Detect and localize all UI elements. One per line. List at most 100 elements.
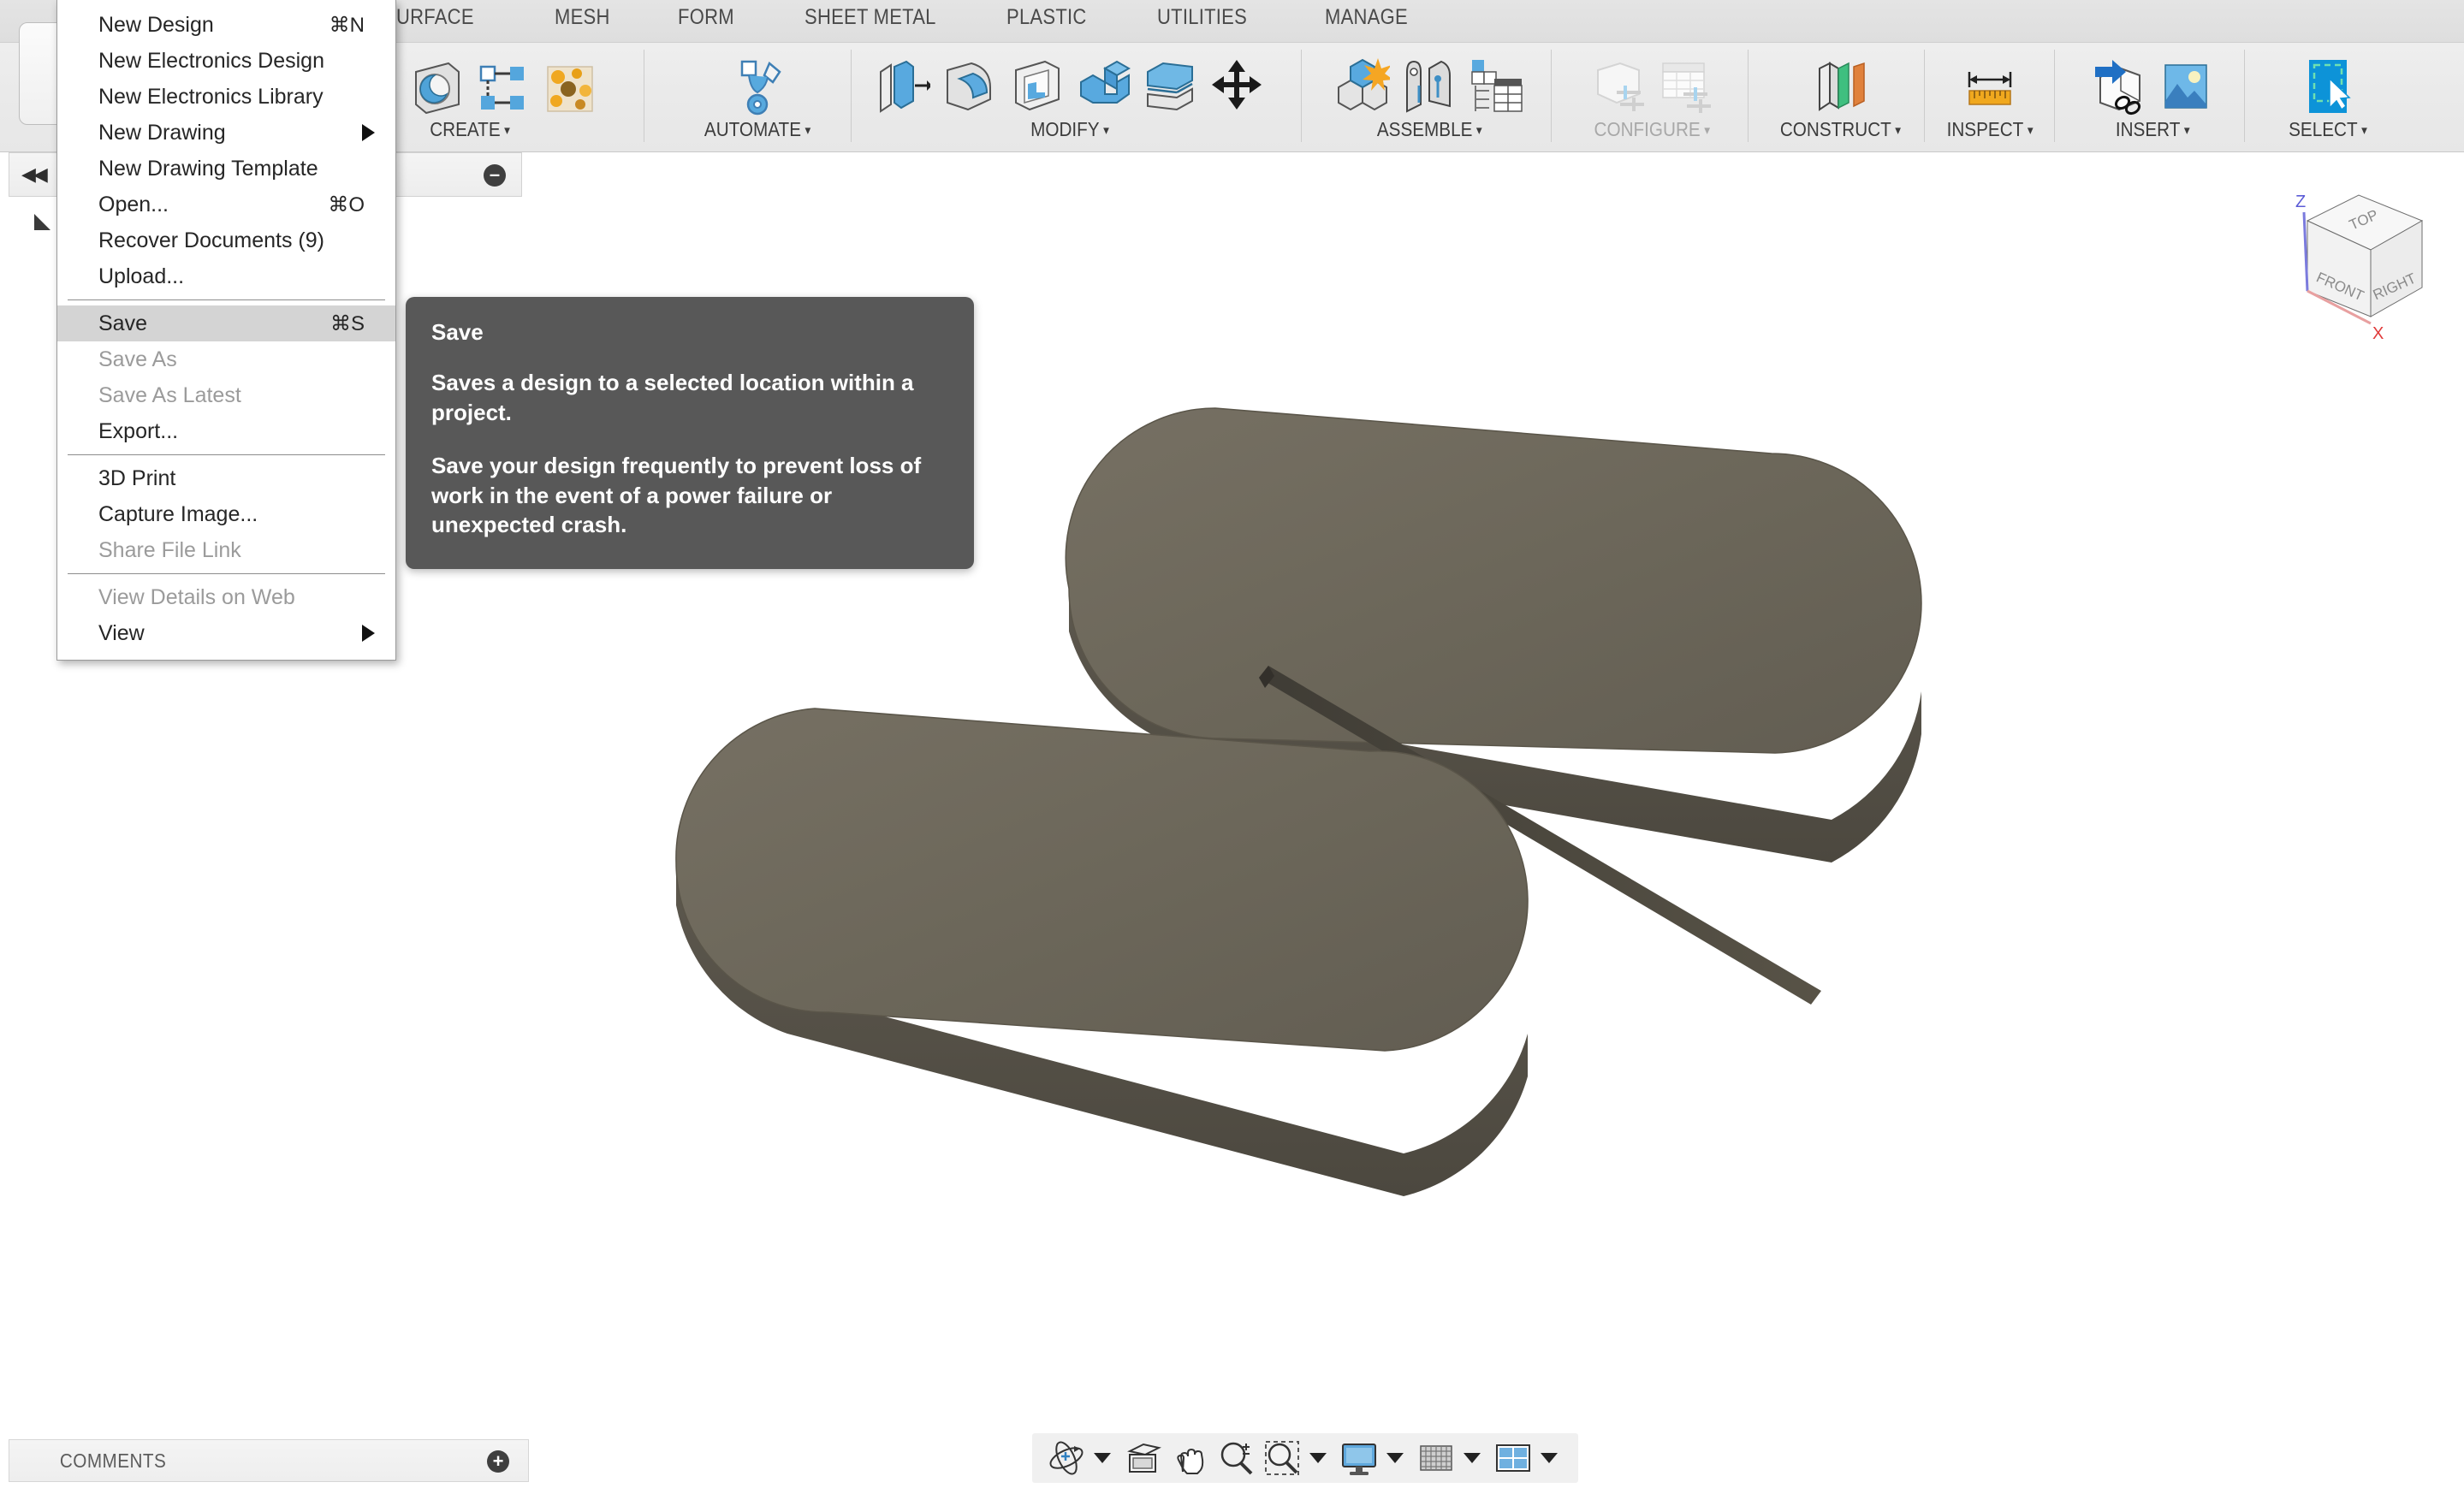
menu-item-label: New Electronics Library	[98, 84, 324, 109]
panel-inspect-text: INSPECT	[1946, 118, 2024, 140]
display-settings-icon[interactable]	[1339, 1438, 1380, 1479]
new-component-icon[interactable]	[1335, 53, 1390, 116]
zoom-window-icon[interactable]	[1262, 1438, 1303, 1479]
volumetric-lattice-icon[interactable]	[543, 53, 597, 116]
menu-item-shortcut: ⌘S	[330, 311, 365, 335]
menu-item-label: Open...	[98, 192, 169, 216]
panel-automate: AUTOMATE ▾	[668, 43, 847, 151]
viewports-icon[interactable]	[1493, 1438, 1534, 1479]
tab-form[interactable]: FORM	[678, 5, 734, 30]
zoom-icon[interactable]	[1215, 1438, 1256, 1479]
offset-face-icon[interactable]	[1143, 53, 1197, 116]
minimize-icon[interactable]: –	[484, 164, 506, 187]
panel-divider	[2054, 50, 2055, 142]
panel-label-select[interactable]: SELECT ▾	[2289, 118, 2367, 141]
tab-plastic[interactable]: PLASTIC	[1006, 5, 1087, 30]
chevron-down-icon: ▾	[2027, 123, 2034, 138]
menu-item-view[interactable]: View	[57, 615, 395, 651]
orbit-icon[interactable]	[1046, 1438, 1087, 1479]
offset-plane-icon[interactable]	[1813, 53, 1867, 116]
comments-label: COMMENTS	[59, 1449, 167, 1472]
menu-item-recover-documents[interactable]: Recover Documents (9)	[57, 222, 395, 258]
shell-icon[interactable]	[1009, 53, 1064, 116]
move-copy-icon[interactable]	[1209, 53, 1264, 116]
menu-item-3d-print[interactable]: 3D Print	[57, 460, 395, 496]
zoom-dropdown-icon[interactable]	[1309, 1453, 1327, 1463]
panel-insert-text: INSERT	[2115, 118, 2181, 140]
submenu-arrow-icon	[362, 124, 375, 141]
panel-label-assemble[interactable]: ASSEMBLE ▾	[1377, 118, 1482, 141]
navigation-bar	[1032, 1433, 1578, 1483]
chevron-down-icon: ▾	[805, 123, 811, 138]
menu-item-export[interactable]: Export...	[57, 413, 395, 449]
tab-manage[interactable]: MANAGE	[1325, 5, 1408, 30]
menu-item-label: New Drawing	[98, 120, 226, 145]
menu-item-label: New Design	[98, 12, 214, 37]
insert-derive-icon[interactable]	[2092, 53, 2146, 116]
panel-select-text: SELECT	[2289, 118, 2358, 140]
viewports-dropdown-icon[interactable]	[1541, 1453, 1558, 1463]
press-pull-icon[interactable]	[876, 53, 930, 116]
panel-construct: CONSTRUCT ▾	[1754, 43, 1926, 151]
panel-automate-text: AUTOMATE	[704, 118, 801, 140]
save-tooltip: Save Saves a design to a selected locati…	[406, 297, 974, 569]
collapse-left-icon[interactable]: ◀◀	[21, 163, 48, 186]
panel-modify-text: MODIFY	[1030, 118, 1100, 140]
pan-icon[interactable]	[1169, 1438, 1210, 1479]
chevron-down-icon: ▾	[1703, 123, 1710, 138]
grid-dropdown-icon[interactable]	[1464, 1453, 1481, 1463]
view-cube[interactable]: TOP FRONT RIGHT Z X	[2259, 171, 2448, 351]
fillet-icon[interactable]	[942, 53, 997, 116]
combine-icon[interactable]	[1076, 53, 1131, 116]
menu-item-new-design[interactable]: New Design ⌘N	[57, 7, 395, 43]
menu-item-new-drawing[interactable]: New Drawing	[57, 115, 395, 151]
menu-item-label: New Electronics Design	[98, 48, 324, 73]
panel-configure: CONFIGURE ▾	[1558, 43, 1746, 151]
joint-icon[interactable]	[1402, 53, 1457, 116]
look-at-icon[interactable]	[1123, 1438, 1164, 1479]
panel-label-automate[interactable]: AUTOMATE ▾	[704, 118, 810, 141]
menu-item-open[interactable]: Open... ⌘O	[57, 187, 395, 222]
menu-item-label: Upload...	[98, 264, 185, 288]
panel-select: SELECT ▾	[2251, 43, 2405, 151]
panel-label-inspect[interactable]: INSPECT ▾	[1947, 118, 2034, 141]
panel-label-insert[interactable]: INSERT ▾	[2116, 118, 2190, 141]
panel-construct-text: CONSTRUCT	[1779, 118, 1891, 140]
chevron-down-icon: ▾	[2361, 123, 2367, 138]
panel-label-configure: CONFIGURE ▾	[1594, 118, 1709, 141]
comments-bar[interactable]: COMMENTS +	[9, 1439, 529, 1482]
bill-of-materials-icon[interactable]	[1469, 53, 1523, 116]
create-pattern-icon[interactable]	[476, 53, 531, 116]
select-cursor-icon[interactable]	[2301, 53, 2355, 116]
panel-label-create[interactable]: CREATE ▾	[430, 118, 510, 141]
display-dropdown-icon[interactable]	[1386, 1453, 1404, 1463]
canvas-image-icon[interactable]	[2158, 53, 2213, 116]
panel-label-construct[interactable]: CONSTRUCT ▾	[1779, 118, 1900, 141]
panel-configure-text: CONFIGURE	[1594, 118, 1701, 140]
menu-item-view-details-on-web: View Details on Web	[57, 579, 395, 615]
tab-surface[interactable]: SURFACE	[383, 5, 474, 30]
generative-design-icon[interactable]	[730, 53, 785, 116]
menu-item-upload[interactable]: Upload...	[57, 258, 395, 294]
measure-icon[interactable]	[1962, 53, 2017, 116]
orbit-dropdown-icon[interactable]	[1094, 1453, 1111, 1463]
tab-mesh[interactable]: MESH	[555, 5, 610, 30]
tab-utilities[interactable]: UTILITIES	[1157, 5, 1247, 30]
browser-tree-expand-icon[interactable]	[34, 214, 50, 230]
menu-item-save[interactable]: Save ⌘S	[57, 305, 395, 341]
panel-create-text: CREATE	[430, 118, 501, 140]
menu-item-new-electronics-library[interactable]: New Electronics Library	[57, 79, 395, 115]
sculpt-create-form-icon[interactable]	[409, 53, 464, 116]
menu-item-new-drawing-template[interactable]: New Drawing Template	[57, 151, 395, 187]
menu-item-label: Save As Latest	[98, 382, 241, 407]
menu-item-new-electronics-design[interactable]: New Electronics Design	[57, 43, 395, 79]
chevron-down-icon: ▾	[504, 123, 510, 138]
menu-item-shortcut: ⌘N	[329, 13, 365, 37]
menu-item-shortcut: ⌘O	[328, 193, 365, 216]
menu-item-capture-image[interactable]: Capture Image...	[57, 496, 395, 532]
add-comment-icon[interactable]: +	[487, 1450, 509, 1473]
grid-snaps-icon[interactable]	[1416, 1438, 1457, 1479]
menu-item-label: Share File Link	[98, 537, 241, 562]
tab-sheet-metal[interactable]: SHEET METAL	[805, 5, 936, 30]
panel-label-modify[interactable]: MODIFY ▾	[1030, 118, 1109, 141]
